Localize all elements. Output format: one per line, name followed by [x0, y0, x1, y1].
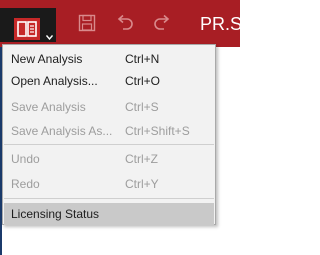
menu-item-open-analysis[interactable]: Open Analysis... Ctrl+O [4, 70, 214, 92]
menu-item-shortcut: Ctrl+Shift+S [125, 124, 190, 138]
menu-separator [4, 144, 214, 145]
chevron-down-icon [45, 27, 54, 45]
save-icon[interactable] [78, 14, 96, 37]
menu-item-licensing-status[interactable]: Licensing Status [4, 203, 214, 225]
menu-separator [4, 198, 214, 199]
app-menu-icon [14, 18, 40, 45]
menu-item-save-analysis-as[interactable]: Save Analysis As... Ctrl+Shift+S [4, 120, 214, 142]
menu-item-shortcut: Ctrl+Y [125, 177, 159, 191]
menu-item-label: Save Analysis [11, 100, 86, 114]
menu-item-label: New Analysis [11, 52, 83, 66]
app-dropdown-menu: New Analysis Ctrl+N Open Analysis... Ctr… [2, 44, 216, 225]
menu-item-shortcut: Ctrl+O [125, 74, 161, 88]
menu-item-new-analysis[interactable]: New Analysis Ctrl+N [4, 48, 214, 70]
menu-item-redo[interactable]: Redo Ctrl+Y [4, 173, 214, 195]
menu-item-save-analysis[interactable]: Save Analysis Ctrl+S [4, 96, 214, 118]
menu-item-label: Open Analysis... [11, 74, 98, 88]
menu-item-label: Licensing Status [11, 207, 100, 221]
menu-item-shortcut: Ctrl+S [125, 100, 159, 114]
title-bar: PR.St [0, 0, 247, 47]
redo-icon[interactable] [152, 14, 172, 37]
menu-item-label: Undo [11, 152, 40, 166]
menu-item-label: Redo [11, 177, 40, 191]
menu-item-label: Save Analysis As... [11, 124, 113, 138]
menu-item-shortcut: Ctrl+N [125, 52, 160, 66]
app-menu-button[interactable] [0, 8, 56, 42]
undo-icon[interactable] [115, 14, 135, 37]
menu-item-shortcut: Ctrl+Z [125, 152, 158, 166]
window-title: PR.St [200, 14, 248, 34]
menu-item-undo[interactable]: Undo Ctrl+Z [4, 148, 214, 170]
